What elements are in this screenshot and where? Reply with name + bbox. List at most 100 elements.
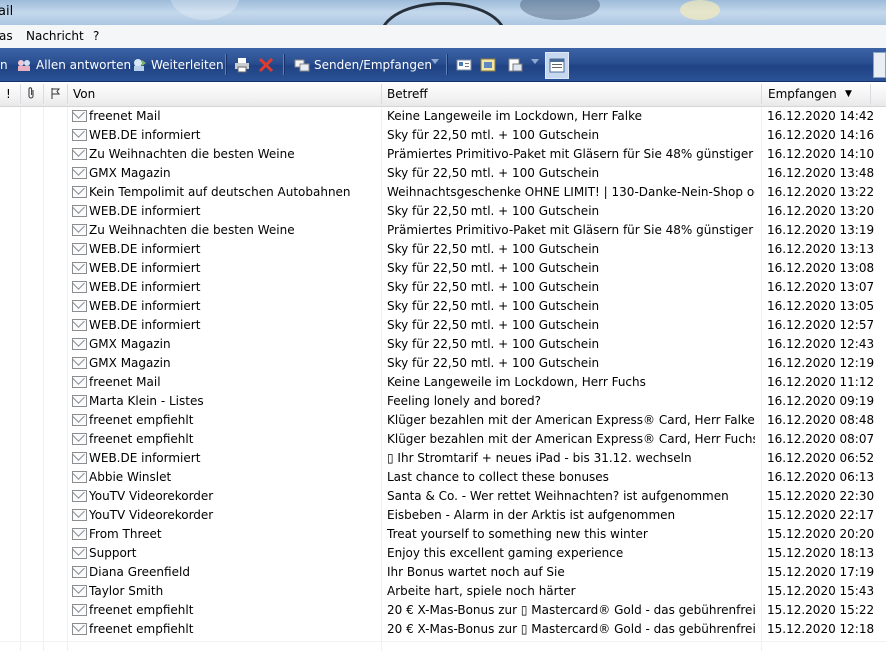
message-row[interactable]: From Threet Treat yourself to something n…	[0, 525, 886, 544]
message-row[interactable]: WEB.DE informiert Sky für 22,50 mtl. + 10…	[0, 278, 886, 297]
message-date: 16.12.2020 08:48	[767, 413, 875, 427]
message-row[interactable]: GMX Magazin Sky für 22,50 mtl. + 100 Guts…	[0, 335, 886, 354]
paperclip-icon	[28, 87, 34, 99]
desktop-background	[170, 0, 240, 20]
view-dropdown-icon[interactable]	[531, 59, 539, 64]
forward-button[interactable]: Weiterleiten	[131, 48, 224, 81]
sort-descending-icon[interactable]: ▼	[845, 82, 852, 106]
message-row[interactable]: freenet empfiehlt 20 € X-Mas-Bonus zur ▯ …	[0, 620, 886, 639]
message-from: Abbie Winslet	[89, 470, 172, 484]
column-divider[interactable]	[20, 84, 21, 104]
reply-button[interactable]: n	[0, 48, 8, 81]
column-divider[interactable]	[870, 84, 871, 104]
flag-column-header[interactable]	[51, 82, 61, 106]
message-from: freenet empfiehlt	[89, 622, 194, 636]
message-subject: Klüger bezahlen mit der American Express…	[387, 432, 755, 446]
message-row[interactable]: Zu Weihnachten die besten Weine Prämierte…	[0, 145, 886, 164]
message-date: 16.12.2020 13:48	[767, 166, 875, 180]
message-date: 15.12.2020 22:17	[767, 508, 875, 522]
message-from: Marta Klein - Listes	[89, 394, 204, 408]
message-list[interactable]: freenet Mail Keine Langeweile im Lockdown…	[0, 107, 886, 651]
message-from: freenet Mail	[89, 109, 161, 123]
delete-icon	[258, 57, 274, 73]
message-row[interactable]: WEB.DE informiert Sky für 22,50 mtl. + 10…	[0, 297, 886, 316]
message-list-overflow	[0, 641, 886, 651]
message-row[interactable]: GMX Magazin Sky für 22,50 mtl. + 100 Guts…	[0, 164, 886, 183]
priority-column-header[interactable]: !	[6, 82, 11, 106]
read-envelope-icon	[72, 433, 87, 445]
message-row[interactable]: Support Enjoy this excellent gaming exper…	[0, 544, 886, 563]
message-row[interactable]: freenet Mail Keine Langeweile im Lockdown…	[0, 107, 886, 126]
message-from: Diana Greenfield	[89, 565, 190, 579]
message-row[interactable]: Zu Weihnachten die besten Weine Prämierte…	[0, 221, 886, 240]
message-row[interactable]: freenet Mail Keine Langeweile im Lockdown…	[0, 373, 886, 392]
folder-list-button[interactable]	[507, 48, 527, 81]
message-from: WEB.DE informiert	[89, 204, 201, 218]
message-row[interactable]: WEB.DE informiert Sky für 22,50 mtl. + 10…	[0, 240, 886, 259]
menu-item-nachricht[interactable]: Nachricht	[26, 29, 84, 43]
reply-all-button[interactable]: Allen antworten	[16, 48, 131, 81]
message-row[interactable]: freenet empfiehlt Klüger bezahlen mit der…	[0, 430, 886, 449]
find-icon	[480, 57, 496, 73]
menu-item-extras[interactable]: as	[0, 29, 13, 43]
message-row[interactable]: YouTV Videorekorder Eisbeben - Alarm in d…	[0, 506, 886, 525]
send-receive-dropdown-icon[interactable]	[431, 59, 439, 64]
column-divider[interactable]	[43, 84, 44, 104]
message-from: WEB.DE informiert	[89, 299, 201, 313]
column-divider[interactable]	[381, 84, 382, 104]
column-divider[interactable]	[761, 84, 762, 104]
print-button[interactable]	[234, 48, 254, 81]
read-envelope-icon	[72, 547, 87, 559]
from-column-header[interactable]: Von	[73, 82, 95, 106]
message-row[interactable]: WEB.DE informiert Sky für 22,50 mtl. + 10…	[0, 259, 886, 278]
menu-bar: as Nachricht ?	[0, 25, 886, 49]
message-subject: Feeling lonely and bored?	[387, 394, 542, 408]
message-row[interactable]: GMX Magazin Sky für 22,50 mtl. + 100 Guts…	[0, 354, 886, 373]
message-date: 16.12.2020 08:07	[767, 432, 875, 446]
message-row[interactable]: Diana Greenfield Ihr Bonus wartet noch au…	[0, 563, 886, 582]
message-from: YouTV Videorekorder	[89, 489, 214, 503]
message-date: 15.12.2020 12:18	[767, 622, 875, 636]
folder-icon	[507, 57, 523, 73]
delete-button[interactable]	[258, 48, 278, 81]
message-row[interactable]: freenet empfiehlt 20 € X-Mas-Bonus zur ▯ …	[0, 601, 886, 620]
search-messages-button[interactable]	[480, 48, 500, 81]
read-envelope-icon	[72, 186, 87, 198]
subject-column-header[interactable]: Betreff	[387, 82, 428, 106]
toolbar-divider	[283, 54, 285, 75]
received-column-header[interactable]: Empfangen	[768, 82, 837, 106]
read-envelope-icon	[72, 471, 87, 483]
message-row[interactable]: YouTV Videorekorder Santa & Co. - Wer ret…	[0, 487, 886, 506]
desktop-background	[520, 0, 600, 20]
message-from: Zu Weihnachten die besten Weine	[89, 223, 295, 237]
message-from: WEB.DE informiert	[89, 128, 201, 142]
message-from: freenet empfiehlt	[89, 603, 194, 617]
layout-toggle-button[interactable]	[545, 52, 569, 79]
attachment-column-header[interactable]	[27, 82, 35, 106]
message-row[interactable]: WEB.DE informiert Sky für 22,50 mtl. + 10…	[0, 126, 886, 145]
message-date: 15.12.2020 15:43	[767, 584, 875, 598]
message-row[interactable]: WEB.DE informiert Sky für 22,50 mtl. + 10…	[0, 202, 886, 221]
title-bar: ail	[0, 0, 886, 25]
message-row[interactable]: Taylor Smith Arbeite hart, spiele noch hä…	[0, 582, 886, 601]
read-envelope-icon	[72, 167, 87, 179]
read-envelope-icon	[72, 148, 87, 160]
message-row[interactable]: freenet empfiehlt Klüger bezahlen mit der…	[0, 411, 886, 430]
message-subject: Sky für 22,50 mtl. + 100 Gutschein	[387, 128, 600, 142]
message-date: 16.12.2020 09:19	[767, 394, 875, 408]
column-divider[interactable]	[67, 84, 68, 104]
menu-item-help[interactable]: ?	[93, 29, 99, 43]
read-envelope-icon	[72, 566, 87, 578]
message-row[interactable]: Marta Klein - Listes Feeling lonely and b…	[0, 392, 886, 411]
message-row[interactable]: WEB.DE informiert Sky für 22,50 mtl. + 10…	[0, 316, 886, 335]
message-subject: Ihr Bonus wartet noch auf Sie	[387, 565, 565, 579]
window-title: ail	[0, 4, 14, 19]
read-envelope-icon	[72, 262, 87, 274]
message-row[interactable]: Kein Tempolimit auf deutschen Autobahnen…	[0, 183, 886, 202]
message-row[interactable]: WEB.DE informiert ▯ Ihr Stromtarif + neue…	[0, 449, 886, 468]
message-row[interactable]: Abbie Winslet Last chance to collect thes…	[0, 468, 886, 487]
address-book-button[interactable]	[456, 48, 476, 81]
layout-icon	[549, 58, 565, 73]
toolbar-overflow-button[interactable]	[873, 52, 886, 78]
send-receive-button[interactable]: Senden/Empfangen	[294, 48, 432, 81]
